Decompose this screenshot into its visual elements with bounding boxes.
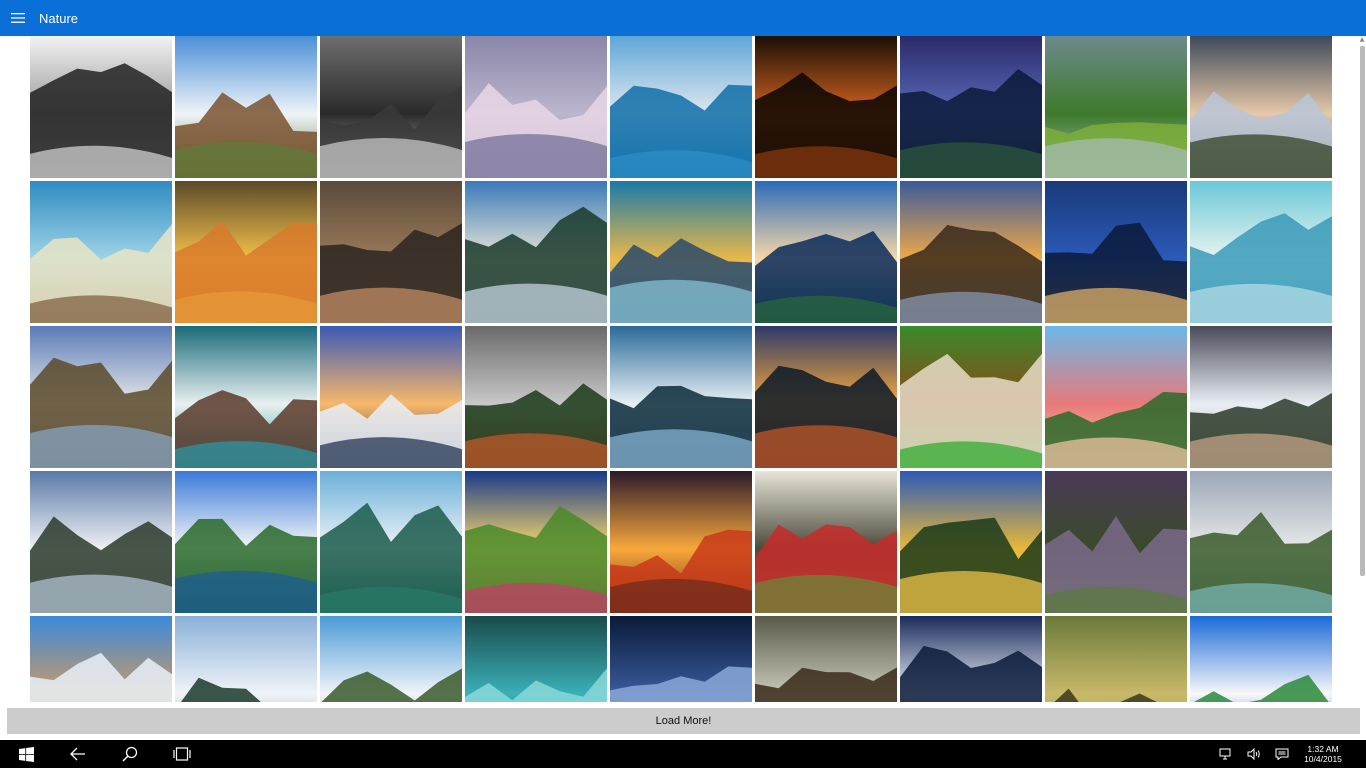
wallpaper-tile-rock-in-surf[interactable] [30,616,172,702]
clock-date: 10/4/2015 [1304,754,1342,764]
wallpaper-tile-river-rapids-forest[interactable] [175,616,317,702]
windows-start-icon[interactable] [0,740,52,768]
wallpaper-tile-pink-mountains-valley[interactable] [1045,326,1187,468]
wallpaper-tile-golden-beach-sunset[interactable] [175,181,317,323]
task-view-icon[interactable] [156,740,208,768]
wallpaper-tile-lake-mountain-reflection[interactable] [610,36,752,178]
taskbar-clock[interactable]: 1:32 AM 10/4/2015 [1296,740,1350,768]
wallpaper-tile-mountain-stream[interactable] [30,326,172,468]
hamburger-icon[interactable] [0,0,36,36]
wallpaper-tile-river-blue-sky[interactable] [175,471,317,613]
wallpaper-tile-foggy-peak[interactable] [320,181,462,323]
wallpaper-tile-frozen-lake-trees[interactable] [610,326,752,468]
wallpaper-tile-tropical-island[interactable] [1190,616,1332,702]
wallpaper-tile-sea-of-clouds[interactable] [1190,36,1332,178]
wallpaper-tile-island-reflection[interactable] [755,181,897,323]
wallpaper-grid [30,36,1332,702]
wallpaper-tile-old-barn[interactable] [175,36,317,178]
wallpaper-tile-fiery-sky-sunset[interactable] [610,471,752,613]
wallpaper-tile-mushroom-leaf[interactable] [900,326,1042,468]
wallpaper-tile-purple-clouds[interactable] [465,36,607,178]
wallpaper-tile-stormy-blue-sky[interactable] [1045,181,1187,323]
wallpaper-tile-birch-forest-red[interactable] [755,471,897,613]
load-more-button[interactable]: Load More! [7,708,1360,734]
wallpaper-tile-snowy-pines-sunset[interactable] [320,326,462,468]
wallpaper-tile-bw-ocean-storm[interactable] [320,36,462,178]
wallpaper-tile-misty-redwoods[interactable] [755,616,897,702]
wallpaper-tile-sunburst-meadow[interactable] [465,471,607,613]
vertical-scrollbar[interactable]: ▲ [1358,36,1366,702]
wallpaper-tile-frozen-wave[interactable] [1190,181,1332,323]
wallpaper-tile-snowy-trees-mountain[interactable] [465,181,607,323]
search-icon[interactable] [104,740,156,768]
wallpaper-tile-green-valley[interactable] [1045,36,1187,178]
wallpaper-tile-fjord-valley[interactable] [1190,471,1332,613]
wallpaper-tile-blue-horizon[interactable] [30,181,172,323]
wallpaper-tile-misty-pine-forest[interactable] [465,326,607,468]
action-center-icon[interactable] [1268,740,1296,768]
app-title: Nature [39,10,79,26]
wallpaper-tile-milky-way[interactable] [610,616,752,702]
network-icon[interactable] [1212,740,1240,768]
wallpaper-tile-mountain-flowers[interactable] [1045,471,1187,613]
wallpaper-tile-spruce-branch[interactable] [465,616,607,702]
system-tray: 1:32 AM 10/4/2015 [1212,740,1366,768]
wallpaper-tile-dark-forest-sunset[interactable] [755,36,897,178]
scroll-up-icon[interactable]: ▲ [1358,36,1366,44]
show-desktop-button[interactable] [1350,740,1366,768]
wallpaper-tile-ocean-wave-curl[interactable] [610,181,752,323]
wallpaper-tile-crashing-waves-rocks[interactable] [175,326,317,468]
wallpaper-tile-sea-cliffs-island[interactable] [320,471,462,613]
app-window: Nature ▲ Load More! [0,0,1366,740]
wallpaper-tile-sunset-rocks[interactable] [900,181,1042,323]
wallpaper-tile-waterfall-gorge[interactable] [320,616,462,702]
gallery-viewport [0,36,1366,702]
wallpaper-tile-forest-cottage[interactable] [1045,616,1187,702]
scroll-thumb[interactable] [1360,46,1365,576]
wallpaper-tile-sunset-wave-eye[interactable] [755,326,897,468]
volume-icon[interactable] [1240,740,1268,768]
wallpaper-tile-autumn-lake-trees[interactable] [900,471,1042,613]
title-bar: Nature [0,0,1366,36]
clock-time: 1:32 AM [1307,744,1339,754]
back-arrow-icon[interactable] [52,740,104,768]
wallpaper-tile-snowy-mountain[interactable] [30,36,172,178]
wallpaper-tile-snowy-village-mountains[interactable] [30,471,172,613]
wallpaper-tile-purple-lake-night[interactable] [900,36,1042,178]
wallpaper-tile-waterfall-cliffs[interactable] [1190,326,1332,468]
wallpaper-tile-snowy-forest-night[interactable] [900,616,1042,702]
taskbar: 1:32 AM 10/4/2015 [0,740,1366,768]
